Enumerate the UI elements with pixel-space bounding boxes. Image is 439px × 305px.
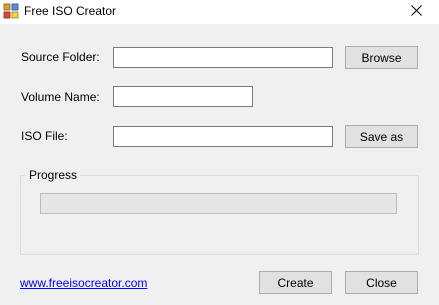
main-window: Free ISO Creator Source Folder: Browse V… xyxy=(0,0,439,305)
volume-name-input[interactable] xyxy=(113,86,253,107)
close-button[interactable]: Close xyxy=(345,271,418,294)
iso-file-input[interactable] xyxy=(113,126,333,147)
volume-name-label: Volume Name: xyxy=(21,90,100,104)
create-button[interactable]: Create xyxy=(259,271,332,294)
progress-group-title: Progress xyxy=(26,168,81,182)
title-bar: Free ISO Creator xyxy=(0,0,439,24)
source-folder-label: Source Folder: xyxy=(21,50,100,64)
browse-button[interactable]: Browse xyxy=(345,46,418,69)
close-window-button[interactable] xyxy=(393,0,439,24)
iso-file-label: ISO File: xyxy=(21,129,68,143)
website-link[interactable]: www.freeisocreator.com xyxy=(20,276,147,290)
save-as-button[interactable]: Save as xyxy=(345,125,418,148)
close-icon xyxy=(410,5,422,19)
app-icon xyxy=(3,3,19,19)
source-folder-input[interactable] xyxy=(113,47,333,68)
progress-bar xyxy=(40,193,397,214)
progress-group xyxy=(20,175,419,255)
window-title: Free ISO Creator xyxy=(24,4,117,18)
